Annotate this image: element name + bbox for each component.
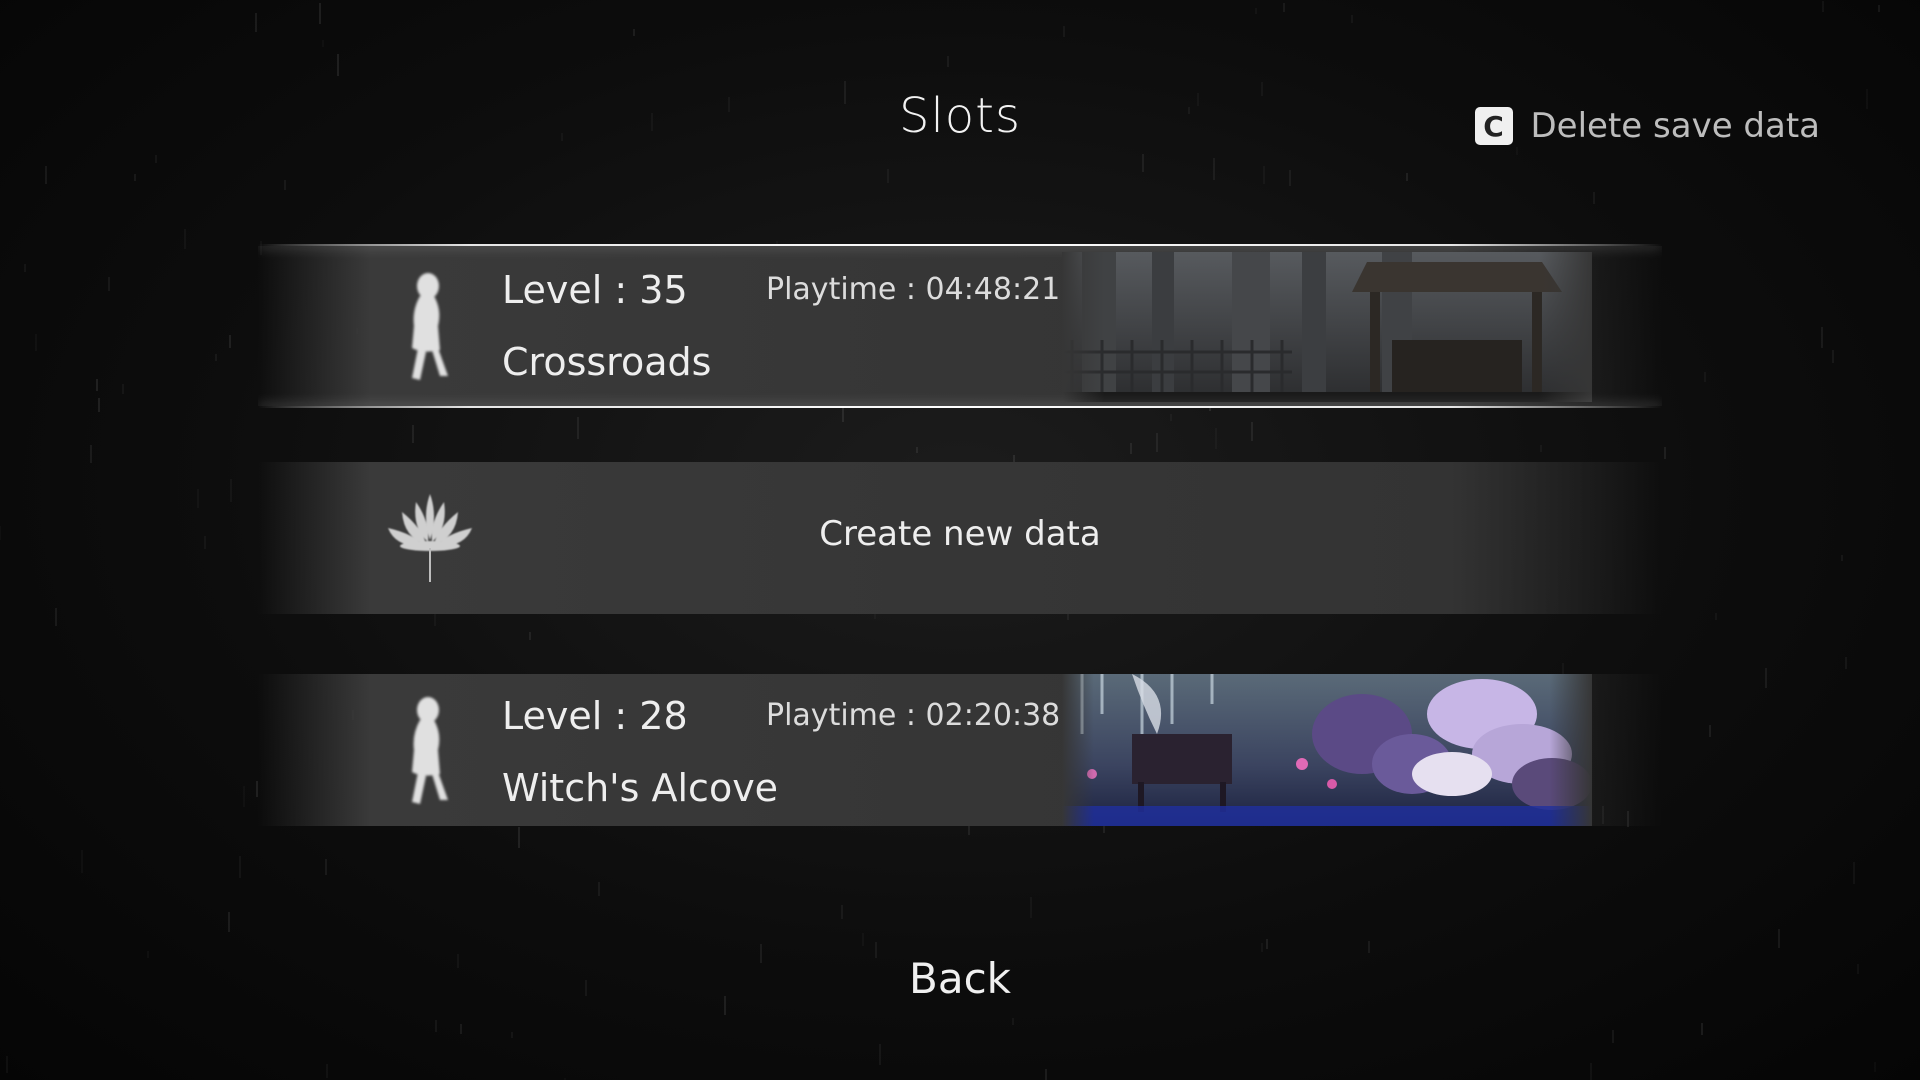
c-key-icon: C [1474,107,1513,145]
girl-silhouette-icon [412,697,448,804]
slot-area-name: Crossroads [502,340,712,384]
slot-level: Level : 28 [502,694,688,738]
slot-thumbnail-image [1062,252,1592,402]
slot-thumbnail-image [1062,674,1592,826]
save-slot-2[interactable]: Level : 28 Witch's Alcove Playtime : 02:… [258,674,1662,826]
slot-playtime: Playtime : 02:20:38 [766,698,1061,733]
slot-area-name: Witch's Alcove [502,766,779,810]
delete-save-label: Delete save data [1530,106,1821,146]
save-slot-1[interactable]: Level : 35 Crossroads Playtime : 04:48:2… [258,244,1662,408]
delete-save-hint[interactable]: C Delete save data [1474,106,1821,146]
slot-level: Level : 35 [502,268,688,312]
back-button[interactable]: Back [0,954,1920,1003]
girl-silhouette-icon [412,273,448,380]
create-new-data-label: Create new data [819,514,1101,554]
slot-playtime: Playtime : 04:48:21 [766,272,1061,307]
create-new-slot[interactable]: Create new data [258,462,1662,614]
